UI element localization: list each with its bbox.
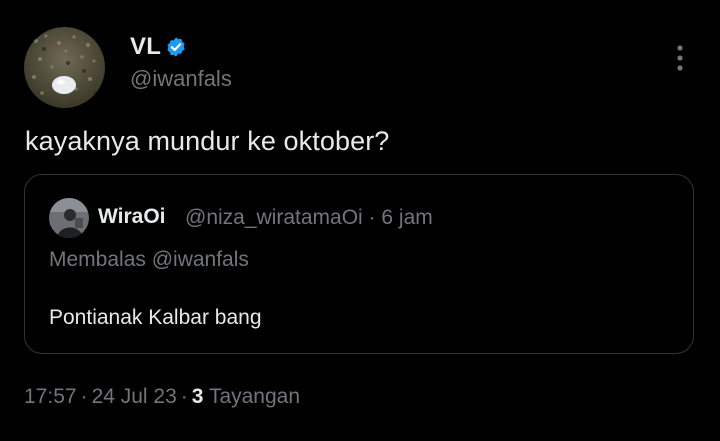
tweet-time[interactable]: 17:57 [24, 385, 77, 408]
verified-badge-icon [165, 36, 187, 58]
tweet-text: kayaknya mundur ke oktober? [25, 126, 390, 156]
quoted-tweet-text: Pontianak Kalbar bang [49, 306, 262, 329]
separator-dot: · [180, 385, 188, 408]
quoted-time[interactable]: 6 jam [381, 206, 432, 229]
reply-context: Membalas @iwanfals [49, 248, 249, 272]
quoted-tweet-card[interactable]: WiraOi @niza_wiratamaOi · 6 jam Membalas… [24, 174, 694, 354]
quoted-meta: @niza_wiratamaOi · 6 jam [185, 206, 433, 230]
author-avatar[interactable] [24, 27, 105, 108]
separator-dot: · [368, 206, 382, 229]
author-handle[interactable]: @iwanfals [130, 66, 232, 92]
views-count[interactable]: 3 [192, 385, 204, 408]
tweet-date[interactable]: 24 Jul 23 [92, 385, 177, 408]
reply-mention-link[interactable]: @iwanfals [152, 248, 249, 271]
views-label[interactable]: Tayangan [209, 385, 300, 408]
quoted-author-name[interactable]: WiraOi [98, 205, 166, 229]
more-vertical-icon[interactable] [666, 44, 694, 74]
tweet-footer: 17:57 · 24 Jul 23 · 3 Tayangan [24, 385, 300, 409]
quoted-author-avatar[interactable] [49, 198, 89, 238]
quoted-author-handle[interactable]: @niza_wiratamaOi [185, 206, 363, 229]
tweet-detail: VL @iwanfals kayaknya mundur ke oktober?… [0, 0, 720, 441]
separator-dot: · [80, 385, 88, 408]
reply-prefix: Membalas [49, 248, 146, 271]
author-name[interactable]: VL [130, 33, 161, 61]
